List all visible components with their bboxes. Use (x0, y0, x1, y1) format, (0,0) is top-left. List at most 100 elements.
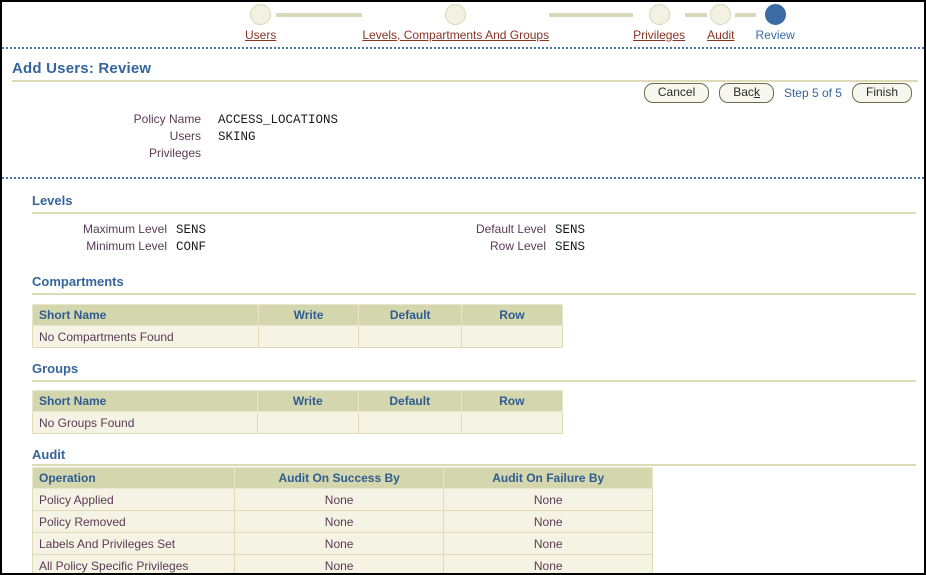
train-node-users (250, 4, 271, 25)
audit-cell-operation-0: Policy Applied (33, 489, 235, 511)
section-heading-levels: Levels (32, 193, 72, 208)
train-node-audit (710, 4, 731, 25)
audit-cell-operation-1: Policy Removed (33, 511, 235, 533)
audit-cell-failure-1: None (444, 511, 653, 533)
table-row: No Groups Found (33, 412, 563, 434)
train-connector-1 (276, 13, 362, 17)
table-row: No Compartments Found (33, 326, 563, 348)
compartments-table: Short Name Write Default Row No Compartm… (32, 304, 563, 348)
compartments-col-write: Write (258, 305, 359, 326)
summary-label-privileges: Privileges (2, 146, 201, 160)
section-rule-compartments (32, 293, 916, 295)
train-step-audit[interactable]: Audit (707, 4, 734, 42)
audit-cell-failure-0: None (444, 489, 653, 511)
section-heading-audit: Audit (32, 447, 65, 462)
wizard-button-bar: Cancel Back Step 5 of 5 Finish (644, 83, 912, 103)
groups-cell-short-name: No Groups Found (33, 412, 258, 434)
levels-label-default: Default Level (374, 222, 546, 236)
groups-header-row: Short Name Write Default Row (33, 391, 563, 412)
train-label-users[interactable]: Users (245, 28, 276, 42)
back-button[interactable]: Back (719, 83, 774, 103)
section-rule-audit (32, 464, 916, 466)
audit-col-failure-by: Audit On Failure By (444, 468, 653, 489)
back-button-label: Bac (733, 85, 754, 99)
page-root: Users Levels, Compartments And Groups Pr… (0, 0, 926, 575)
levels-value-maximum: SENS (176, 223, 206, 237)
train-step-levels-compartments-groups[interactable]: Levels, Compartments And Groups (362, 4, 549, 42)
title-underline-rule (12, 80, 918, 82)
compartments-col-short-name: Short Name (33, 305, 259, 326)
train-connector-2 (549, 13, 633, 17)
levels-row-2: Minimum Level CONF Row Level SENS (2, 239, 926, 256)
finish-button[interactable]: Finish (852, 83, 912, 103)
levels-value-row: SENS (555, 240, 585, 254)
page-title: Add Users: Review (12, 60, 151, 77)
audit-col-success-by: Audit On Success By (234, 468, 444, 489)
section-rule-groups (32, 380, 916, 382)
cancel-button[interactable]: Cancel (644, 83, 709, 103)
summary-value-users: SKING (218, 130, 256, 144)
train-label-review: Review (756, 28, 795, 42)
groups-cell-default (358, 412, 461, 434)
section-rule-levels (32, 212, 916, 214)
policy-summary: Policy Name ACCESS_LOCATIONS Users SKING… (2, 112, 338, 163)
audit-header-row: Operation Audit On Success By Audit On F… (33, 468, 653, 489)
groups-cell-row (461, 412, 562, 434)
summary-row-policy-name: Policy Name ACCESS_LOCATIONS (2, 112, 338, 129)
train-label-levels-compartments-groups[interactable]: Levels, Compartments And Groups (362, 28, 549, 42)
audit-cell-operation-2: Labels And Privileges Set (33, 533, 235, 555)
table-row: Labels And Privileges Set None None (33, 533, 653, 555)
train-step-users[interactable]: Users (245, 4, 276, 42)
wizard-train: Users Levels, Compartments And Groups Pr… (2, 2, 926, 47)
levels-label-maximum: Maximum Level (2, 222, 167, 236)
table-row: Policy Removed None None (33, 511, 653, 533)
compartments-header-row: Short Name Write Default Row (33, 305, 563, 326)
train-node-levels-compartments-groups (445, 4, 466, 25)
train-node-privileges (649, 4, 670, 25)
summary-label-policy-name: Policy Name (2, 112, 201, 126)
train-step-review: Review (756, 4, 795, 42)
section-heading-compartments: Compartments (32, 274, 124, 289)
levels-value-default: SENS (555, 223, 585, 237)
groups-cell-write (257, 412, 358, 434)
train-connector-3 (685, 13, 707, 17)
groups-col-default: Default (358, 391, 461, 412)
audit-cell-success-1: None (234, 511, 444, 533)
back-button-accesskey: k (754, 85, 760, 99)
table-row: Policy Applied None None (33, 489, 653, 511)
audit-cell-operation-3: All Policy Specific Privileges (33, 555, 235, 575)
compartments-col-row: Row (461, 305, 562, 326)
train-label-audit[interactable]: Audit (707, 28, 734, 42)
train-label-privileges[interactable]: Privileges (633, 28, 685, 42)
summary-label-users: Users (2, 129, 201, 143)
section-heading-groups: Groups (32, 361, 78, 376)
groups-col-short-name: Short Name (33, 391, 258, 412)
levels-value-minimum: CONF (176, 240, 206, 254)
divider-below-train (2, 47, 926, 50)
step-indicator: Step 5 of 5 (784, 86, 842, 100)
groups-col-write: Write (257, 391, 358, 412)
groups-table: Short Name Write Default Row No Groups F… (32, 390, 563, 434)
train-node-review (765, 4, 786, 25)
train-step-privileges[interactable]: Privileges (633, 4, 685, 42)
audit-cell-success-0: None (234, 489, 444, 511)
compartments-cell-row (461, 326, 562, 348)
audit-cell-success-2: None (234, 533, 444, 555)
compartments-cell-write (258, 326, 359, 348)
levels-label-minimum: Minimum Level (2, 239, 167, 253)
levels-row-1: Maximum Level SENS Default Level SENS (2, 222, 926, 239)
summary-value-policy-name: ACCESS_LOCATIONS (218, 113, 338, 127)
compartments-cell-default (359, 326, 461, 348)
compartments-cell-short-name: No Compartments Found (33, 326, 259, 348)
audit-cell-failure-2: None (444, 533, 653, 555)
levels-detail: Maximum Level SENS Default Level SENS Mi… (2, 222, 926, 256)
audit-cell-success-3: None (234, 555, 444, 575)
table-row: All Policy Specific Privileges None None (33, 555, 653, 575)
compartments-col-default: Default (359, 305, 461, 326)
summary-row-privileges: Privileges (2, 146, 338, 163)
audit-cell-failure-3: None (444, 555, 653, 575)
groups-col-row: Row (461, 391, 562, 412)
train-connector-4 (735, 13, 756, 17)
divider-above-levels (2, 177, 926, 180)
levels-label-row: Row Level (374, 239, 546, 253)
